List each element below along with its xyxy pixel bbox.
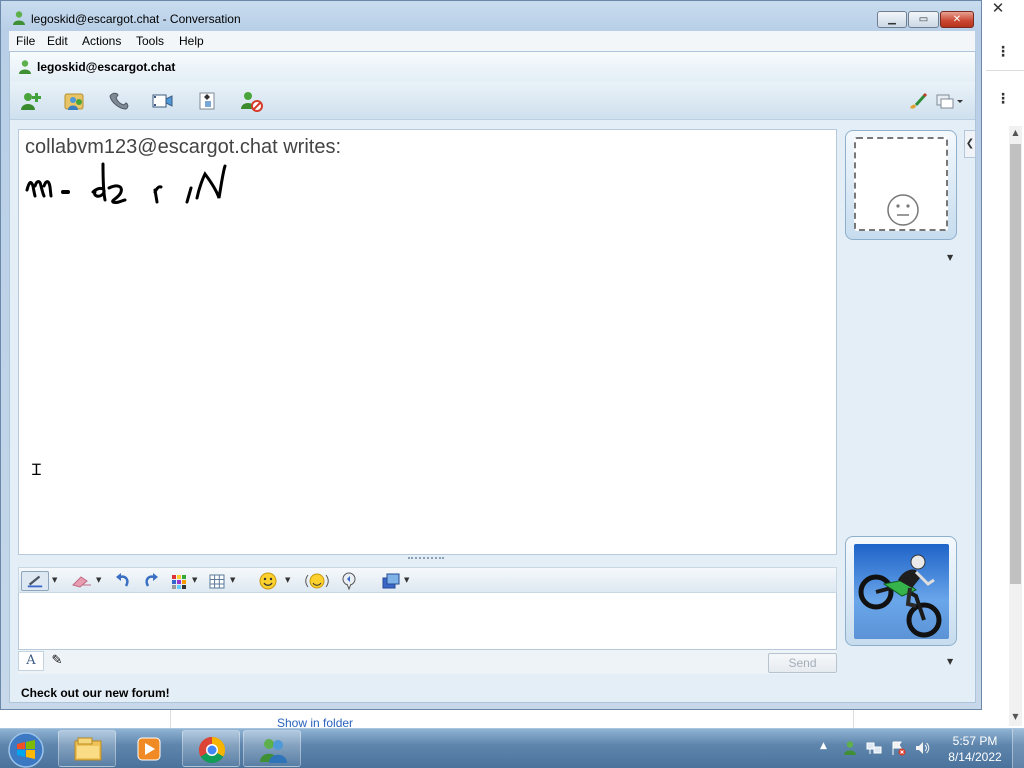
- my-display-picture: [854, 544, 949, 639]
- invite-contact-icon[interactable]: [19, 90, 43, 112]
- status-message[interactable]: Check out our new forum!: [21, 686, 170, 700]
- nudge-icon[interactable]: [339, 571, 359, 591]
- activities-dropdown-icon[interactable]: ▼: [404, 576, 409, 584]
- my-picture-dropdown-icon[interactable]: ▼: [947, 657, 953, 666]
- status-bar: Check out our new forum!: [10, 682, 975, 702]
- pen-dropdown-icon[interactable]: ▼: [52, 576, 57, 584]
- input-resize-grip[interactable]: [408, 557, 444, 561]
- window-title: legoskid@escargot.chat - Conversation: [31, 12, 241, 26]
- redo-icon[interactable]: [141, 571, 161, 591]
- send-button[interactable]: Send: [768, 653, 837, 673]
- action-center-icon[interactable]: [890, 740, 906, 756]
- menu-bar: File Edit Actions Tools Help: [9, 31, 975, 51]
- clock-date[interactable]: 8/14/2022: [942, 750, 1008, 764]
- background-scroll-up-icon[interactable]: ▲: [1010, 128, 1021, 140]
- title-bar[interactable]: legoskid@escargot.chat - Conversation ▁ …: [1, 1, 981, 31]
- menu-tools[interactable]: Tools: [136, 34, 164, 48]
- clock-time[interactable]: 5:57 PM: [946, 734, 1004, 748]
- eraser-icon[interactable]: [69, 571, 93, 591]
- handwriting-pen-icon[interactable]: [21, 571, 49, 591]
- background-close-icon[interactable]: ✕: [990, 0, 1006, 16]
- background-download-item: [170, 710, 854, 728]
- contact-name: legoskid@escargot.chat: [37, 60, 176, 74]
- games-icon[interactable]: [196, 90, 220, 112]
- call-icon[interactable]: [107, 90, 131, 112]
- paintbrush-icon[interactable]: [906, 90, 930, 112]
- taskbar-file-explorer[interactable]: [58, 730, 116, 767]
- tray-messenger-icon[interactable]: [842, 740, 858, 756]
- text-mode-tab[interactable]: A: [18, 651, 44, 671]
- collapse-pane-icon[interactable]: ❮: [964, 130, 976, 158]
- background-scroll-down-icon[interactable]: ▼: [1010, 712, 1021, 724]
- input-mode-tabs: A ✎: [18, 650, 837, 674]
- handwriting-mode-tab[interactable]: ✎: [44, 651, 70, 671]
- conversation-toolbar: [10, 82, 975, 120]
- volume-icon[interactable]: [914, 740, 930, 756]
- motocross-rider-image: [858, 554, 942, 638]
- color-dropdown-icon[interactable]: ▼: [192, 576, 197, 584]
- network-icon[interactable]: [866, 740, 882, 756]
- show-hidden-icons-icon[interactable]: ▲: [820, 741, 827, 751]
- show-desktop-button[interactable]: [1012, 729, 1024, 768]
- undo-icon[interactable]: [113, 571, 133, 591]
- background-scroll-thumb[interactable]: [1010, 144, 1021, 584]
- media-player-icon: [137, 737, 161, 761]
- video-icon[interactable]: [151, 90, 175, 112]
- emoticon-icon[interactable]: [258, 571, 280, 591]
- contact-picture-dropdown-icon[interactable]: ▼: [947, 253, 953, 262]
- display-options-icon[interactable]: [935, 90, 965, 112]
- conversation-window: legoskid@escargot.chat - Conversation ▁ …: [0, 0, 982, 710]
- menu-actions[interactable]: Actions: [82, 34, 121, 48]
- contact-display-picture-frame[interactable]: [845, 130, 957, 240]
- start-button-icon[interactable]: [4, 730, 48, 768]
- color-grid-icon[interactable]: [169, 571, 189, 591]
- contact-header: legoskid@escargot.chat: [10, 52, 975, 82]
- close-button[interactable]: ✕: [940, 11, 974, 28]
- my-display-picture-frame[interactable]: [845, 536, 957, 646]
- canvas-grid-icon[interactable]: [207, 571, 227, 591]
- menu-edit[interactable]: Edit: [47, 34, 68, 48]
- taskbar-messenger[interactable]: [243, 730, 301, 767]
- background-downloads-menu-icon[interactable]: ⋮: [996, 90, 1010, 108]
- eraser-dropdown-icon[interactable]: ▼: [96, 576, 101, 584]
- canvas-dropdown-icon[interactable]: ▼: [230, 576, 235, 584]
- taskbar: ▲ 5:57 PM 8/14/2022: [0, 728, 1024, 768]
- taskbar-chrome[interactable]: [182, 730, 240, 767]
- maximize-button[interactable]: ▭: [908, 11, 939, 28]
- activities-icon[interactable]: [380, 571, 402, 591]
- menu-help[interactable]: Help: [179, 34, 204, 48]
- menu-file[interactable]: File: [16, 34, 35, 48]
- background-divider: [986, 70, 1024, 71]
- text-cursor-icon: Ɪ: [32, 460, 41, 479]
- conversation-client-area: legoskid@escargot.chat collabvm123@escar…: [9, 51, 976, 703]
- wink-icon[interactable]: [304, 571, 330, 591]
- share-files-icon[interactable]: [63, 90, 87, 112]
- file-explorer-icon: [74, 737, 102, 761]
- handwritten-ink-message: modern: [25, 162, 227, 205]
- message-input[interactable]: [18, 593, 837, 650]
- contact-status-icon: [19, 60, 31, 74]
- contact-display-picture: [854, 137, 948, 231]
- handwriting-toolbar: ▼ ▼ ▼ ▼ ▼ ▼: [18, 567, 837, 593]
- background-menu-icon[interactable]: ⋮: [996, 43, 1010, 61]
- conversation-history[interactable]: collabvm123@escargot.chat writes: modern…: [18, 129, 837, 555]
- messenger-icon: [260, 739, 287, 763]
- message-header: collabvm123@escargot.chat writes:: [25, 136, 341, 158]
- chrome-icon: [198, 736, 226, 764]
- block-icon[interactable]: [239, 90, 263, 112]
- taskbar-media-player[interactable]: [120, 730, 172, 767]
- messenger-buddy-icon: [13, 11, 25, 25]
- neutral-face-icon: [887, 194, 919, 226]
- emoticon-dropdown-icon[interactable]: ▼: [285, 576, 290, 584]
- minimize-button[interactable]: ▁: [877, 11, 907, 28]
